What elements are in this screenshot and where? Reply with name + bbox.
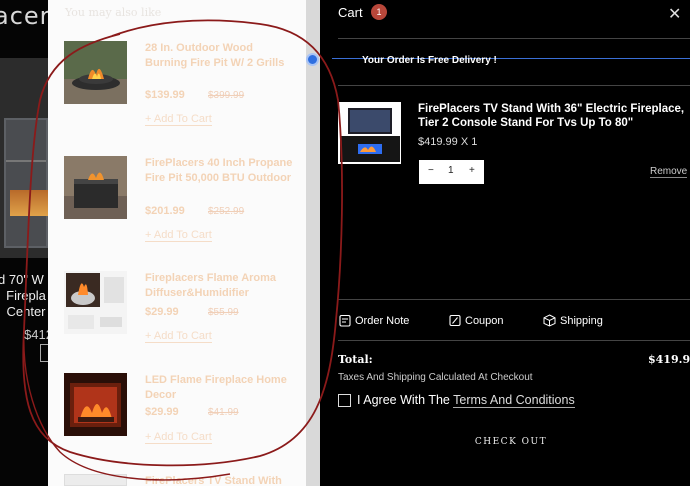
cart-drawer: Cart 1 ✕ Your Order Is Free Delivery ! F… [332, 0, 690, 486]
cart-item-name[interactable]: FirePlacers TV Stand With 36" Electric F… [418, 102, 688, 130]
terms-link[interactable]: Terms And Conditions [453, 393, 575, 408]
fire-pit-photo-icon[interactable] [64, 41, 127, 104]
note-icon [339, 314, 351, 327]
product-price: $412 [24, 327, 48, 342]
total-value: $419.99 [648, 353, 690, 366]
shipping-label: Shipping [560, 315, 603, 327]
led-fireplace-photo-icon[interactable] [64, 373, 127, 436]
diffuser-photo-icon[interactable] [64, 271, 127, 334]
upsell-item-name[interactable]: 28 In. Outdoor Wood Burning Fire Pit W/ … [145, 41, 295, 71]
upsell-item-price: $201.99 [145, 205, 185, 217]
upsell-scrollbar[interactable] [306, 0, 320, 486]
shipping-button[interactable]: Shipping [543, 314, 603, 327]
upsell-item-compare-price: $41.99 [208, 407, 239, 418]
divider [338, 38, 690, 39]
product-button[interactable] [40, 344, 48, 362]
propane-table-photo-icon[interactable] [64, 156, 127, 219]
close-icon[interactable]: ✕ [668, 4, 681, 24]
quantity-value[interactable]: 1 [448, 165, 454, 176]
terms-agreement: I Agree With The Terms And Conditions [357, 393, 575, 408]
cart-item-price: $419.99 X 1 [418, 136, 478, 148]
divider [338, 340, 690, 341]
free-delivery-notice: Your Order Is Free Delivery ! [362, 55, 497, 66]
upsell-item-price: $29.99 [145, 306, 179, 318]
upsell-heading: You may also like [65, 6, 162, 19]
divider [338, 299, 690, 300]
drag-handle[interactable] [306, 53, 319, 66]
cart-title: Cart [338, 5, 363, 20]
site-logo: acer [0, 2, 48, 30]
coupon-label: Coupon [465, 315, 504, 327]
decrease-button[interactable]: − [428, 165, 434, 176]
panel-gap [320, 0, 332, 486]
upsell-item-compare-price: $252.99 [208, 206, 245, 217]
checkout-button[interactable]: CHECK OUT [332, 437, 690, 447]
cart-count-badge: 1 [371, 4, 387, 20]
upsell-panel: You may also like 28 In. Outdoor Wood Bu… [48, 0, 306, 486]
box-icon [543, 314, 556, 327]
add-to-cart-button[interactable]: + Add To Cart [145, 330, 212, 343]
upsell-item-name[interactable]: Fireplacers Flame Aroma Diffuser&Humidif… [145, 271, 295, 301]
terms-prefix: I Agree With The [357, 393, 454, 407]
increase-button[interactable]: + [469, 165, 475, 176]
upsell-item-name[interactable]: FirePlacers 40 Inch Propane Fire Pit 50,… [145, 156, 295, 186]
total-label: Total: [338, 353, 373, 366]
divider [338, 85, 690, 86]
hero-image [0, 58, 48, 258]
add-to-cart-button[interactable]: + Add To Cart [145, 431, 212, 444]
product-title: d 70" W c Firepla Center [0, 272, 48, 319]
terms-checkbox[interactable] [338, 394, 351, 407]
tax-note: Taxes And Shipping Calculated At Checkou… [338, 372, 533, 383]
coupon-icon [449, 314, 461, 327]
upsell-item-price: $29.99 [145, 406, 179, 418]
add-to-cart-button[interactable]: + Add To Cart [145, 229, 212, 242]
tv-stand-photo-icon[interactable] [338, 102, 401, 164]
upsell-item-name[interactable]: FirePlacers TV Stand With [145, 474, 295, 486]
upsell-item-name[interactable]: LED Flame Fireplace Home Decor [145, 373, 295, 403]
order-note-button[interactable]: Order Note [339, 314, 409, 327]
upsell-item-compare-price: $55.99 [208, 307, 239, 318]
coupon-button[interactable]: Coupon [449, 314, 504, 327]
quantity-stepper: − 1 + [419, 160, 484, 184]
add-to-cart-button[interactable]: + Add To Cart [145, 113, 212, 126]
tv-stand-photo-icon[interactable] [64, 474, 127, 486]
upsell-item-compare-price: $399.99 [208, 90, 245, 101]
upsell-item-price: $139.99 [145, 89, 185, 101]
order-note-label: Order Note [355, 315, 410, 327]
background-page: acer d 70" W c Firepla Center $412 [0, 0, 48, 486]
remove-button[interactable]: Remove [650, 166, 688, 178]
